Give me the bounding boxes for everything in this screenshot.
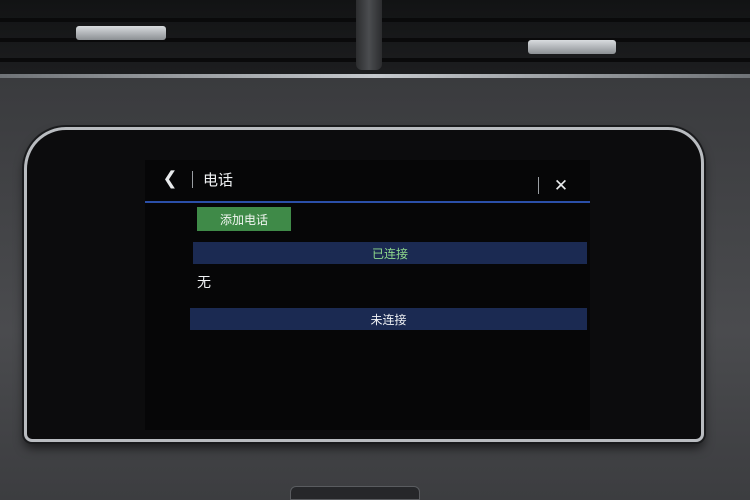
chevron-left-icon: ❮ — [162, 168, 178, 189]
disconnected-section-label: 未连接 — [370, 312, 407, 327]
empty-connected-text: 无 — [197, 275, 211, 291]
disconnected-section-header: 未连接 — [190, 308, 587, 330]
close-button[interactable]: ✕ — [550, 175, 572, 197]
connected-section-label: 已连接 — [371, 246, 408, 261]
divider — [192, 171, 193, 188]
connected-section-header: 已连接 — [193, 242, 587, 264]
close-icon: ✕ — [553, 176, 569, 196]
air-vent — [0, 0, 750, 78]
add-phone-button[interactable]: 添加电话 — [197, 207, 291, 231]
page-title: 电话 — [203, 171, 234, 189]
vent-knob — [528, 40, 616, 54]
dashboard-button-housing — [290, 486, 420, 500]
title-underline — [145, 201, 590, 203]
vent-knob — [76, 26, 166, 40]
infotainment-display: ❮ 电话 ✕ 添加电话 已连接 无 未连接 — [145, 160, 590, 430]
title-bar: ❮ 电话 ✕ — [145, 160, 590, 198]
back-button[interactable]: ❮ — [159, 168, 181, 190]
vent-post — [356, 0, 382, 70]
divider — [538, 177, 539, 194]
